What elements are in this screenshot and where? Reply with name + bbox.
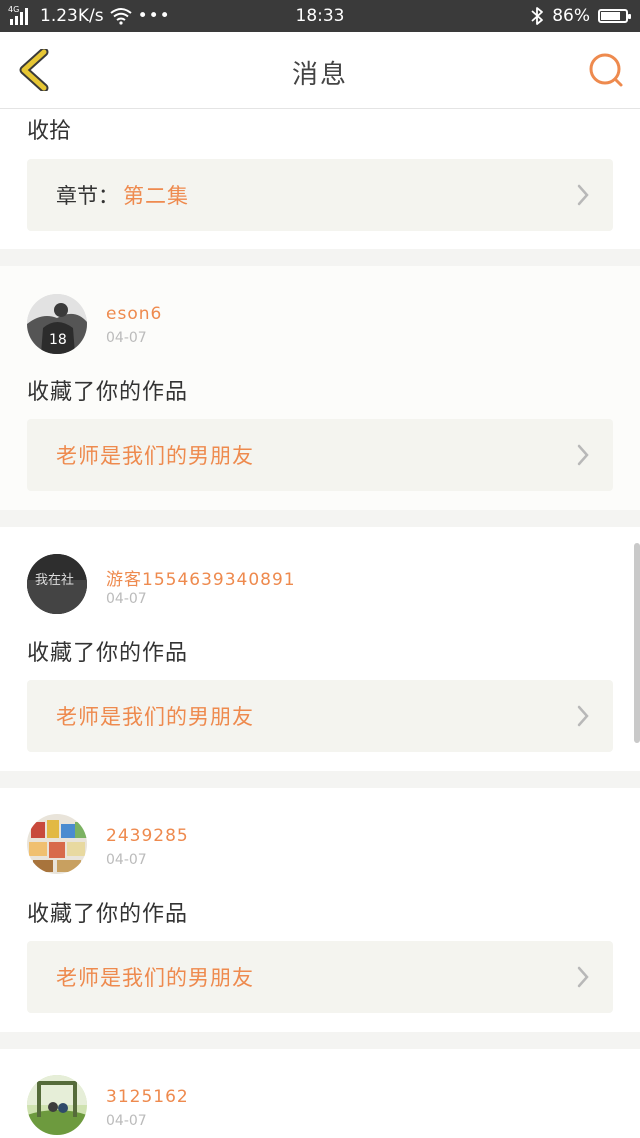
avatar[interactable]: 18 — [27, 294, 87, 354]
chevron-right-icon — [577, 184, 589, 206]
avatar-image — [27, 1075, 87, 1135]
bluetooth-icon — [531, 7, 544, 25]
avatar[interactable] — [27, 1075, 87, 1135]
work-link[interactable]: 老师是我们的男朋友 — [27, 941, 613, 1013]
message-card: 3125162 04-07 — [0, 1049, 640, 1138]
chevron-right-icon — [577, 705, 589, 727]
username[interactable]: 3125162 — [106, 1087, 189, 1107]
avatar-image — [27, 814, 87, 874]
action-text: 收藏了你的作品 — [27, 902, 189, 927]
action-text: 收藏了你的作品 — [27, 380, 189, 405]
wifi-icon — [109, 8, 132, 25]
battery-icon — [598, 9, 631, 23]
scrollbar[interactable] — [634, 543, 640, 743]
action-text: 收藏了你的作品 — [27, 641, 189, 666]
username[interactable]: eson6 — [106, 304, 162, 324]
message-card: 2439285 04-07 收藏了你的作品 老师是我们的男朋友 — [0, 788, 640, 1032]
chevron-right-icon — [577, 966, 589, 988]
message-card: 收拾 章节： 第二集 — [0, 109, 640, 249]
message-list[interactable]: 收拾 章节： 第二集 18 eson6 04-07 收藏了你的作品 老师是我们的… — [0, 109, 640, 1138]
message-date: 04-07 — [106, 330, 147, 346]
message-date: 04-07 — [106, 852, 147, 868]
avatar-overlay-text: 我在社 — [35, 572, 74, 588]
work-link[interactable]: 老师是我们的男朋友 — [27, 419, 613, 491]
work-title: 老师是我们的男朋友 — [56, 444, 254, 468]
message-card: 18 eson6 04-07 收藏了你的作品 老师是我们的男朋友 — [0, 266, 640, 510]
search-button[interactable] — [586, 50, 626, 90]
chapter-label: 章节： — [56, 184, 119, 208]
chevron-right-icon — [577, 444, 589, 466]
avatar-image: 18 — [27, 294, 87, 354]
battery-fill — [601, 12, 620, 20]
header: 消息 — [0, 32, 640, 109]
work-link[interactable]: 老师是我们的男朋友 — [27, 680, 613, 752]
avatar[interactable]: 我在社 — [27, 554, 87, 614]
message-card: 我在社 游客1554639340891 04-07 收藏了你的作品 老师是我们的… — [0, 527, 640, 771]
work-title: 老师是我们的男朋友 — [56, 966, 254, 990]
network-type: 4G — [8, 5, 20, 14]
network-speed: 1.23K/s — [40, 6, 104, 26]
message-date: 04-07 — [106, 1113, 147, 1129]
status-left: 4G 1.23K/s ••• — [8, 5, 530, 26]
status-bar: 4G 1.23K/s ••• 18:33 86% — [0, 0, 640, 32]
avatar[interactable] — [27, 814, 87, 874]
search-icon — [589, 53, 623, 87]
avatar-jersey-number: 18 — [49, 332, 67, 348]
username[interactable]: 游客1554639340891 — [106, 565, 296, 590]
chapter-link[interactable]: 章节： 第二集 — [27, 159, 613, 231]
message-text-fragment: 收拾 — [27, 119, 72, 144]
status-right: 86% — [530, 6, 631, 26]
battery-percent: 86% — [552, 6, 590, 26]
page-title: 消息 — [291, 60, 348, 90]
work-title: 老师是我们的男朋友 — [56, 705, 254, 729]
chapter-value: 第二集 — [123, 184, 189, 208]
signal-icon: 4G — [8, 5, 34, 26]
message-date: 04-07 — [106, 591, 147, 607]
avatar-image: 我在社 — [27, 554, 87, 614]
more-indicator: ••• — [137, 6, 171, 26]
username[interactable]: 2439285 — [106, 826, 189, 846]
